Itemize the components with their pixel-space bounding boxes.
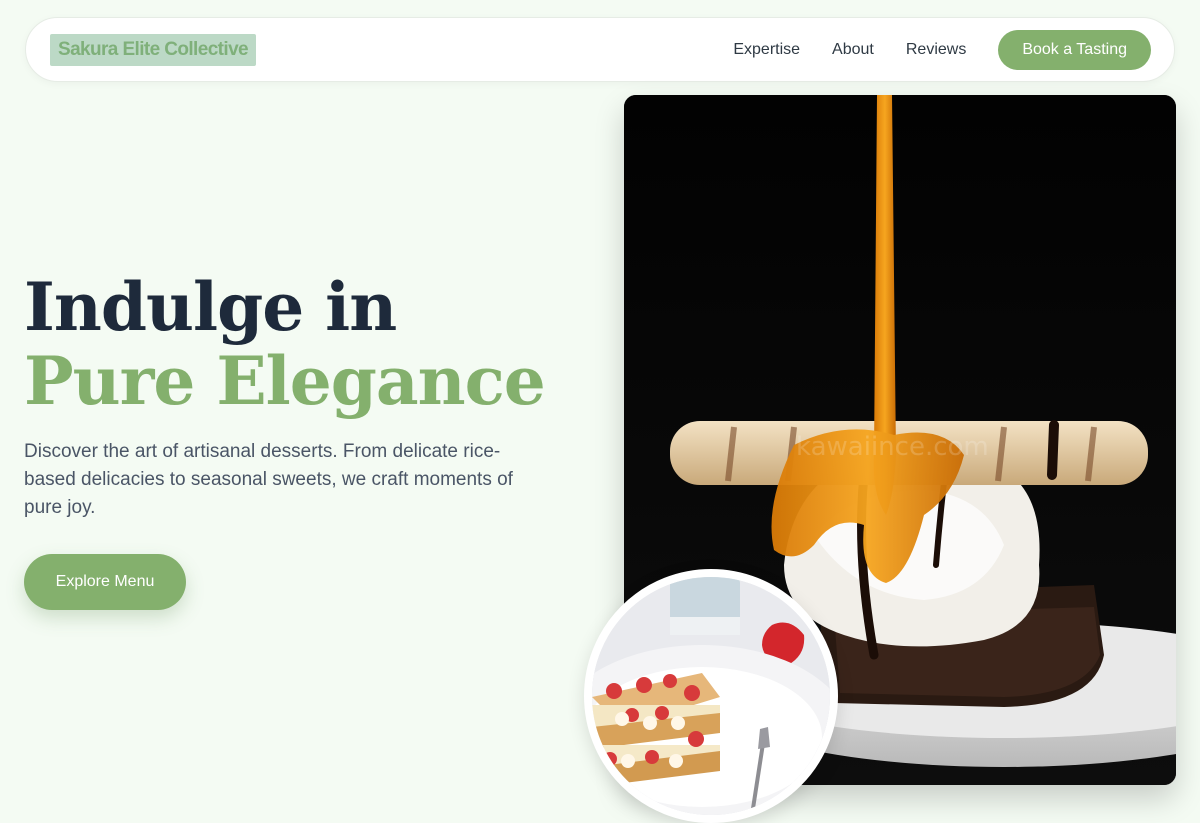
nav-links: Expertise About Reviews Book a Tasting	[733, 30, 1151, 70]
hero-title-accent: Pure Elegance	[24, 342, 546, 420]
nav-link-about[interactable]: About	[832, 41, 874, 59]
book-tasting-button[interactable]: Book a Tasting	[998, 30, 1151, 70]
nav-link-reviews[interactable]: Reviews	[906, 41, 966, 59]
pastry-inset-image	[584, 569, 838, 823]
hero-subtitle: Discover the art of artisanal desserts. …	[24, 441, 513, 518]
hero-title-main: Indulge in	[24, 268, 397, 346]
nav-link-expertise[interactable]: Expertise	[733, 41, 800, 59]
brand-logo[interactable]: Sakura Elite Collective	[50, 34, 257, 66]
explore-menu-button[interactable]: Explore Menu	[24, 554, 186, 610]
image-watermark: kawaiince.com	[796, 432, 989, 462]
hero-title: Indulge in Pure Elegance	[24, 270, 584, 418]
top-navbar: Sakura Elite Collective Expertise About …	[25, 17, 1175, 82]
pastry-illustration	[592, 577, 830, 815]
